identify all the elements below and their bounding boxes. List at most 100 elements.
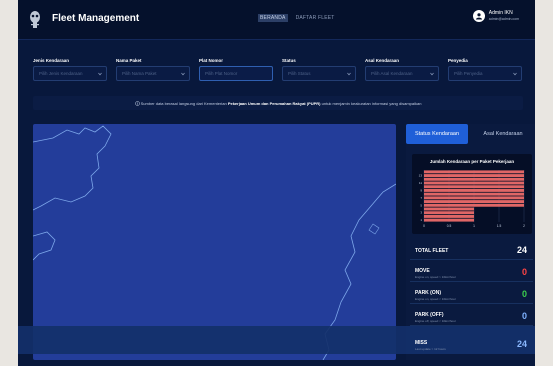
y-tick-label: 5 bbox=[420, 203, 422, 207]
tab-status-kendaraan[interactable]: Status Kendaraan bbox=[406, 124, 468, 144]
chevron-down-icon bbox=[430, 72, 434, 76]
stat-description: Engine off, speed < 10km/hour bbox=[415, 319, 456, 323]
chart-bar bbox=[424, 203, 524, 207]
info-text-prefix: Sumber data berasal langsung dari Kement… bbox=[140, 101, 227, 106]
chevron-down-icon bbox=[181, 72, 185, 76]
map-coastline bbox=[33, 125, 396, 360]
info-text-bold: Pekerjaan Umum dan Perumahan Rakyat (PUP… bbox=[227, 101, 321, 106]
stat-value: 0 bbox=[521, 311, 527, 321]
filter-nama-paket: Nama Paket Pilih Nama Paket bbox=[116, 58, 190, 81]
stat-value: 24 bbox=[516, 245, 527, 255]
chevron-down-icon bbox=[347, 72, 351, 76]
stat-description: Engine on, speed > 10km/hour bbox=[415, 275, 456, 279]
info-banner: Sumber data berasal langsung dari Kement… bbox=[33, 96, 523, 110]
app-title: Fleet Management bbox=[52, 13, 140, 24]
stat-description: Last update > 12 hours bbox=[415, 347, 446, 351]
stat-total-fleet[interactable]: TOTAL FLEET 24 bbox=[410, 240, 533, 260]
stat-label: PARK (OFF) bbox=[415, 312, 444, 318]
stat-label: MISS bbox=[415, 340, 428, 346]
user-info: Admin IKN admin@admin.com bbox=[489, 10, 519, 22]
chart-bar bbox=[424, 192, 524, 196]
x-tick-label: 2 bbox=[523, 224, 525, 228]
chart-y-ticks: 135791113 bbox=[419, 174, 423, 223]
main-nav: BERANDA DAFTAR FLEET bbox=[258, 14, 337, 22]
chart-bar bbox=[424, 177, 524, 181]
chart-bar bbox=[424, 207, 474, 211]
x-tick-label: 1 bbox=[473, 224, 475, 228]
filter-label: Nama Paket bbox=[116, 58, 142, 63]
chart-title: Jumlah Kendaraan per Paket Pekerjaan bbox=[430, 159, 515, 164]
user-icon bbox=[475, 13, 482, 20]
filter-placeholder: Pilih Asal Kendaraan bbox=[371, 71, 413, 76]
filter-status: Status Pilih Status bbox=[282, 58, 356, 81]
chart-bar bbox=[424, 188, 524, 192]
chart-bar bbox=[424, 174, 524, 178]
stat-description: Engine on, speed < 10km/hour bbox=[415, 297, 456, 301]
chart-bar bbox=[424, 181, 524, 185]
chart-bar bbox=[424, 214, 474, 218]
y-tick-label: 13 bbox=[419, 174, 423, 178]
plat-nomor-input[interactable]: Pilih Plat Nomor bbox=[199, 66, 273, 81]
chevron-down-icon bbox=[98, 72, 102, 76]
info-icon bbox=[134, 101, 140, 106]
stat-label: MOVE bbox=[415, 268, 430, 274]
app-window: Fleet Management BERANDA DAFTAR FLEET Ad… bbox=[18, 0, 535, 366]
nav-daftar-fleet[interactable]: DAFTAR FLEET bbox=[294, 14, 337, 22]
stat-miss[interactable]: MISS Last update > 12 hours 24 bbox=[410, 334, 533, 354]
chart-x-ticks: 0 0.5 1 1.5 2 bbox=[423, 224, 525, 228]
tab-asal-kendaraan[interactable]: Asal Kendaraan bbox=[472, 124, 534, 144]
filter-placeholder: Pilih Status bbox=[288, 71, 311, 76]
y-tick-label: 1 bbox=[420, 218, 422, 222]
chevron-down-icon bbox=[513, 72, 517, 76]
chart-card: Jumlah Kendaraan per Paket Pekerjaan 0 0.… bbox=[412, 154, 532, 234]
vehicles-per-package-chart: Jumlah Kendaraan per Paket Pekerjaan 0 0.… bbox=[419, 159, 525, 228]
filter-label: Asal Kendaraan bbox=[365, 58, 400, 63]
filter-label: Jenis Kendaraan bbox=[33, 58, 70, 63]
filter-placeholder: Pilih Jenis Kendaraan bbox=[39, 71, 83, 76]
user-menu[interactable]: Admin IKN admin@admin.com bbox=[472, 10, 519, 22]
chart-grid bbox=[423, 170, 525, 222]
status-select[interactable]: Pilih Status bbox=[282, 66, 356, 81]
nama-paket-select[interactable]: Pilih Nama Paket bbox=[116, 66, 190, 81]
filter-bar: Jenis Kendaraan Pilih Jenis Kendaraan Na… bbox=[33, 58, 523, 88]
side-panel: Status Kendaraan Asal Kendaraan Jumlah K… bbox=[406, 124, 535, 360]
filter-jenis-kendaraan: Jenis Kendaraan Pilih Jenis Kendaraan bbox=[33, 58, 107, 81]
filter-penyedia: Penyedia Pilih Penyedia bbox=[448, 58, 522, 81]
stat-value: 0 bbox=[521, 267, 527, 277]
logo-icon bbox=[30, 11, 40, 28]
stat-move[interactable]: MOVE Engine on, speed > 10km/hour 0 bbox=[410, 262, 533, 282]
y-tick-label: 7 bbox=[420, 196, 422, 200]
y-tick-label: 9 bbox=[420, 188, 422, 192]
filter-placeholder: Pilih Plat Nomor bbox=[205, 71, 238, 76]
chart-bar bbox=[424, 200, 524, 204]
chart-bar bbox=[424, 185, 524, 189]
chart-bar bbox=[424, 196, 524, 200]
filter-plat-nomor: Plat Nomor Pilih Plat Nomor bbox=[199, 58, 273, 81]
asal-kendaraan-select[interactable]: Pilih Asal Kendaraan bbox=[365, 66, 439, 81]
filter-placeholder: Pilih Nama Paket bbox=[122, 71, 157, 76]
x-tick-label: 0 bbox=[423, 224, 425, 228]
filter-placeholder: Pilih Penyedia bbox=[454, 71, 483, 76]
nav-beranda[interactable]: BERANDA bbox=[258, 14, 288, 22]
chart-bar bbox=[424, 211, 474, 215]
top-navbar: Fleet Management BERANDA DAFTAR FLEET Ad… bbox=[18, 0, 535, 40]
stat-label: PARK (ON) bbox=[415, 290, 442, 296]
stat-value: 24 bbox=[516, 339, 527, 349]
y-tick-label: 3 bbox=[420, 211, 422, 215]
x-tick-label: 0.5 bbox=[447, 224, 452, 228]
filter-label: Penyedia bbox=[448, 58, 468, 63]
chart-bar bbox=[424, 170, 524, 174]
user-avatar[interactable] bbox=[472, 10, 485, 22]
stat-park-on[interactable]: PARK (ON) Engine on, speed < 10km/hour 0 bbox=[410, 284, 533, 304]
penyedia-select[interactable]: Pilih Penyedia bbox=[448, 66, 522, 81]
filter-asal-kendaraan: Asal Kendaraan Pilih Asal Kendaraan bbox=[365, 58, 439, 81]
stat-value: 0 bbox=[521, 289, 527, 299]
stat-label: TOTAL FLEET bbox=[415, 248, 449, 254]
fleet-map[interactable] bbox=[33, 124, 396, 360]
stat-park-off[interactable]: PARK (OFF) Engine off, speed < 10km/hour… bbox=[410, 306, 533, 326]
chart-bar bbox=[424, 218, 474, 222]
user-email: admin@admin.com bbox=[488, 17, 519, 21]
filter-label: Plat Nomor bbox=[199, 58, 224, 63]
info-text-suffix: untuk menjamin keakuratan informasi yang… bbox=[321, 101, 422, 106]
jenis-kendaraan-select[interactable]: Pilih Jenis Kendaraan bbox=[33, 66, 107, 81]
